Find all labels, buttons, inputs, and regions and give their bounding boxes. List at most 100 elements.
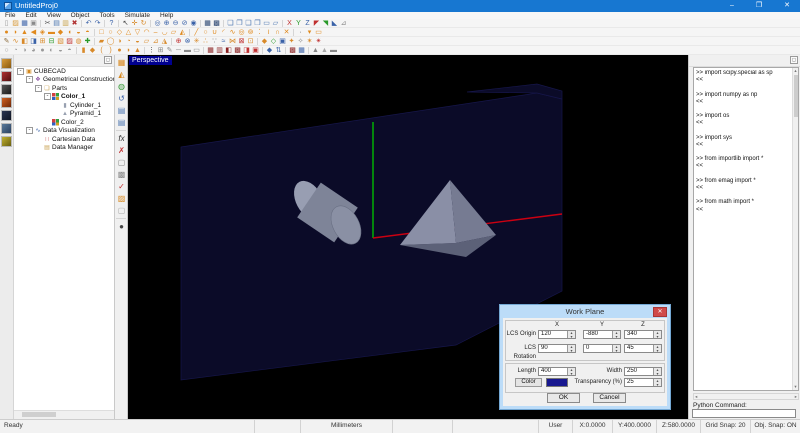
toolbar-icon[interactable]: ○: [201, 28, 210, 37]
toolbar-icon[interactable]: ◑: [115, 37, 124, 46]
toolbar-icon[interactable]: ⋈: [228, 37, 237, 46]
spinner[interactable]: ▴▾: [653, 331, 661, 338]
toolbar-icon[interactable]: ▢: [116, 205, 127, 216]
scroll-up-icon[interactable]: ▴: [793, 68, 798, 74]
toolbar-icon[interactable]: ◜: [219, 28, 228, 37]
toolbar-icon[interactable]: ❑: [244, 19, 253, 28]
toolbar-icon[interactable]: Y: [294, 19, 303, 28]
toolbar-icon[interactable]: ⊟: [47, 37, 56, 46]
toolbar-icon[interactable]: ⊘: [180, 19, 189, 28]
toolbar-icon[interactable]: ↺: [116, 93, 127, 104]
toolbar-icon[interactable]: ⊕: [162, 19, 171, 28]
scrollbar-thumb[interactable]: [794, 75, 798, 117]
toolbar-icon[interactable]: ▤: [116, 105, 127, 116]
toolbar-icon[interactable]: ∿: [228, 28, 237, 37]
toolbar-icon[interactable]: ✖: [70, 19, 79, 28]
toolbar-icon[interactable]: ◧: [224, 46, 233, 55]
toolbar-icon[interactable]: ❐: [235, 19, 244, 28]
lcs-origin-y-field[interactable]: -880 ▴▾: [583, 330, 621, 339]
toolbar-icon[interactable]: ◇: [115, 28, 124, 37]
toolbar-icon[interactable]: ✳: [192, 37, 201, 46]
toolbar-icon[interactable]: ∪: [210, 28, 219, 37]
toolbar-icon[interactable]: ✴: [314, 37, 323, 46]
toolbar-icon[interactable]: ▲: [320, 46, 329, 55]
toolbar-icon[interactable]: ○: [106, 28, 115, 37]
console-vscrollbar[interactable]: ▴ ▾: [792, 68, 798, 390]
spinner[interactable]: ▴▾: [653, 379, 661, 386]
toolbar-icon[interactable]: ▤: [52, 19, 61, 28]
toolbar-icon[interactable]: ✂: [43, 19, 52, 28]
toolbar-icon[interactable]: ▲: [133, 46, 142, 55]
cancel-button[interactable]: Cancel: [593, 393, 626, 403]
lcs-origin-x-field[interactable]: 120 ▴▾: [538, 330, 576, 339]
tree-item-color-2[interactable]: Color_2: [14, 118, 114, 127]
pin-icon[interactable]: ◻: [104, 56, 112, 64]
toolbar-icon[interactable]: ✧: [296, 37, 305, 46]
console-hscrollbar[interactable]: ◂ ▸: [693, 393, 799, 400]
toolbar-icon[interactable]: ●: [116, 221, 127, 232]
lcs-origin-z-field[interactable]: 340 ▴▾: [624, 330, 662, 339]
spinner[interactable]: ▴▾: [567, 368, 575, 375]
toolbar-icon[interactable]: ✎: [165, 46, 174, 55]
minimize-icon[interactable]: –: [730, 0, 734, 12]
scene-preset-icon[interactable]: [1, 136, 12, 147]
toolbar-icon[interactable]: ◒: [133, 37, 142, 46]
toolbar-icon[interactable]: ▭: [192, 46, 201, 55]
toolbar-icon[interactable]: ▣: [251, 46, 260, 55]
toolbar-icon[interactable]: ▩: [116, 169, 127, 180]
toolbar-icon[interactable]: ▮: [79, 46, 88, 55]
toolbar-icon[interactable]: ◕: [29, 46, 38, 55]
toolbar-icon[interactable]: ▦: [206, 46, 215, 55]
toolbar-icon[interactable]: ▱: [271, 19, 280, 28]
toolbar-icon[interactable]: ⋮: [147, 46, 156, 55]
toolbar-icon[interactable]: ✦: [287, 37, 296, 46]
toolbar-icon[interactable]: ↻: [139, 19, 148, 28]
toolbar-icon[interactable]: ▦: [297, 46, 306, 55]
spinner[interactable]: ▴▾: [567, 331, 575, 338]
toolbar-icon[interactable]: ⌢: [151, 28, 160, 37]
toolbar-icon[interactable]: ▭: [262, 19, 271, 28]
toolbar-icon[interactable]: ∙: [296, 28, 305, 37]
toolbar-icon[interactable]: X: [285, 19, 294, 28]
toolbar-icon[interactable]: ●: [38, 46, 47, 55]
toolbar-icon[interactable]: ▯: [2, 19, 11, 28]
toolbar-icon[interactable]: ⊠: [237, 37, 246, 46]
toolbar-icon[interactable]: ▬: [329, 46, 338, 55]
toolbar-icon[interactable]: ⊞: [38, 37, 47, 46]
toolbar-icon[interactable]: ≀: [264, 28, 273, 37]
tree-item-parts[interactable]: -❏Parts: [14, 84, 114, 93]
toolbar-icon[interactable]: ◯: [106, 37, 115, 46]
toolbar-icon[interactable]: ◎: [237, 28, 246, 37]
toolbar-icon[interactable]: ─: [174, 46, 183, 55]
toolbar-icon[interactable]: ▧: [56, 37, 65, 46]
toolbar-icon[interactable]: ◆: [88, 46, 97, 55]
toolbar-icon[interactable]: ⊞: [156, 46, 165, 55]
toolbar-icon[interactable]: ▢: [116, 157, 127, 168]
work-plane-dialog[interactable]: Work Plane ✕ X Y Z LCS Origin 120 ▴▾ -88…: [499, 304, 671, 410]
tree-item-data-manager[interactable]: ▤Data Manager: [14, 144, 114, 153]
toolbar-icon[interactable]: ◆: [265, 46, 274, 55]
toolbar-icon[interactable]: ◥: [321, 19, 330, 28]
toolbar-icon[interactable]: □: [97, 28, 106, 37]
view-mode-label[interactable]: Perspective: [129, 56, 172, 65]
toolbar-icon[interactable]: ▩: [288, 46, 297, 55]
toolbar-icon[interactable]: ▦: [116, 57, 127, 68]
expand-toggle[interactable]: -: [44, 93, 51, 100]
toolbar-icon[interactable]: ▾: [305, 28, 314, 37]
toolbar-icon[interactable]: ▬: [183, 46, 192, 55]
lcs-rotation-y-field[interactable]: 0 ▴▾: [583, 344, 621, 353]
scene-preset-icon[interactable]: [1, 110, 12, 121]
tree-item-color-1[interactable]: -Color_1: [14, 93, 114, 102]
toolbar-icon[interactable]: ⊡: [246, 37, 255, 46]
toolbar-icon[interactable]: ∵: [210, 37, 219, 46]
toolbar-icon[interactable]: ◨: [242, 46, 251, 55]
toolbar-icon[interactable]: ◆: [260, 37, 269, 46]
spinner[interactable]: ▴▾: [612, 331, 620, 338]
toolbar-icon[interactable]: ▦: [203, 19, 212, 28]
toolbar-icon[interactable]: ▥: [61, 19, 70, 28]
toolbar-icon[interactable]: fx: [116, 133, 127, 144]
toolbar-icon[interactable]: ◧: [20, 37, 29, 46]
scroll-down-icon[interactable]: ▾: [793, 384, 798, 390]
scroll-right-icon[interactable]: ▸: [795, 394, 797, 399]
toolbar-icon[interactable]: ◗: [124, 46, 133, 55]
